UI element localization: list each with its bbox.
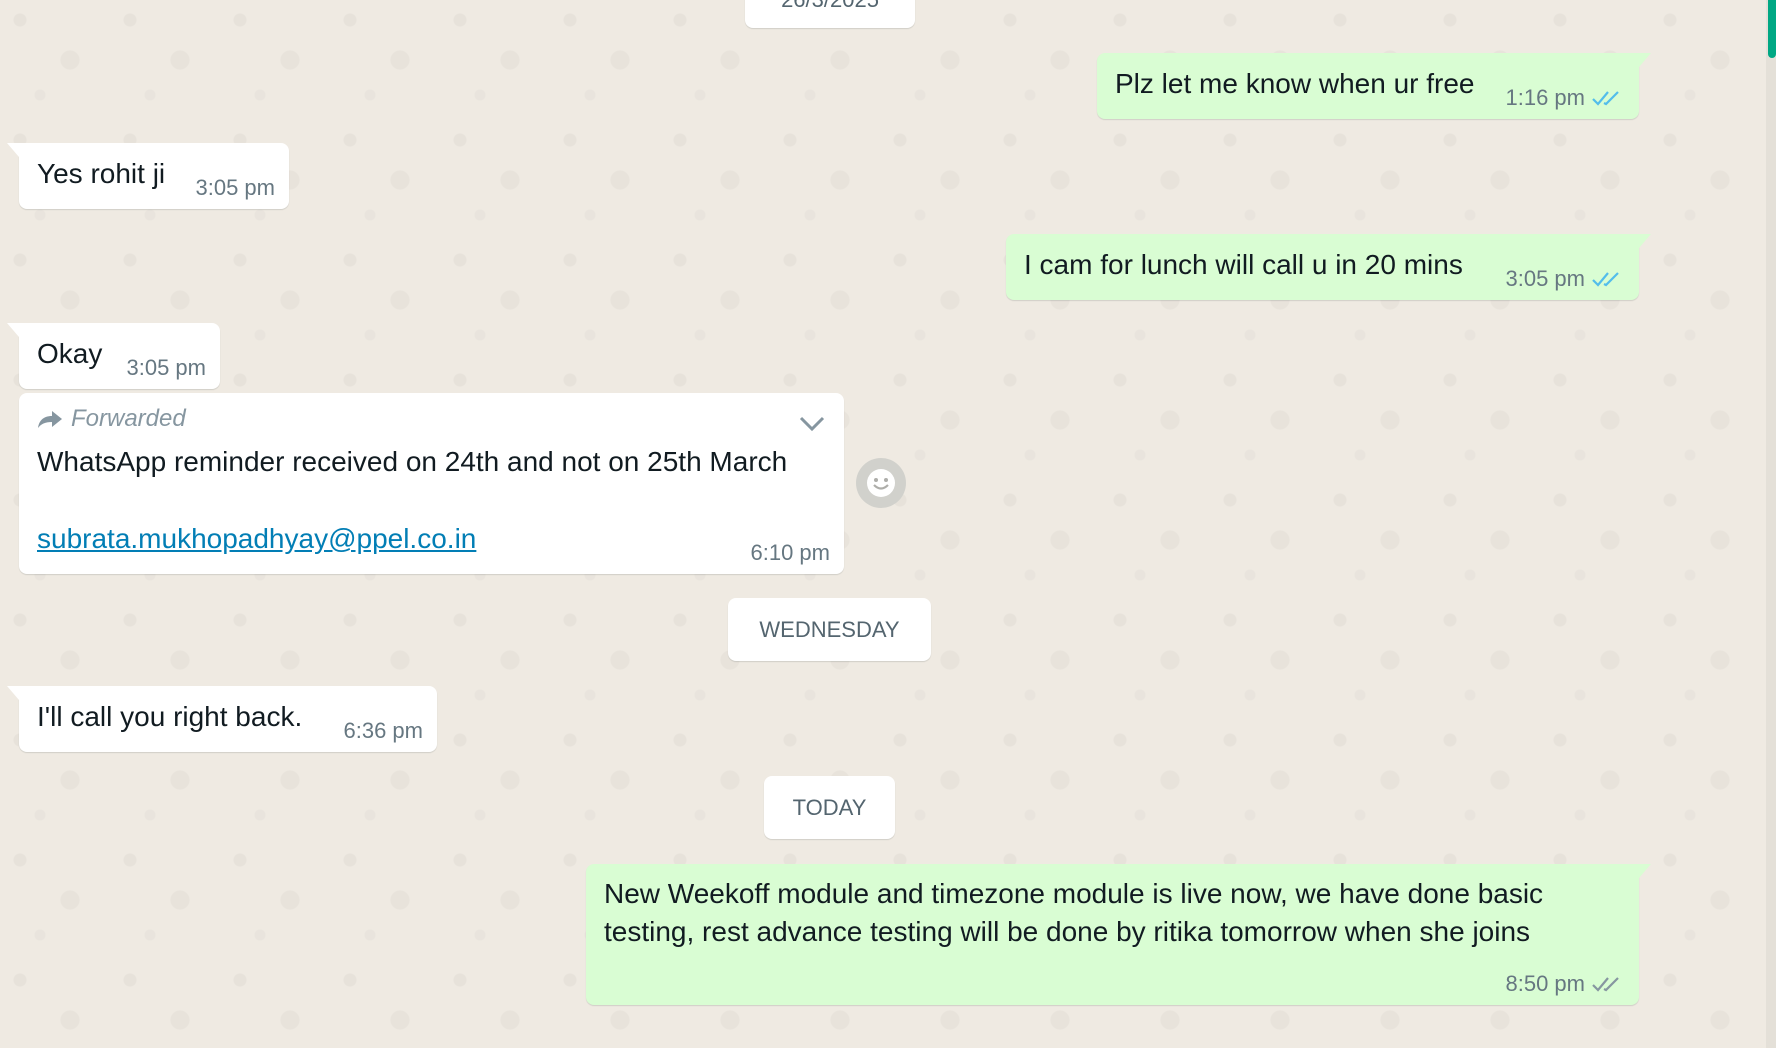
date-chip: 26/3/2025	[745, 0, 915, 28]
message-text: I'll call you right back.	[37, 701, 303, 732]
chat-area[interactable]: 26/3/2025 Plz let me know when ur free 1…	[0, 0, 1766, 1048]
message-meta: 6:10 pm	[751, 540, 831, 566]
chevron-down-icon[interactable]	[798, 415, 826, 433]
message-meta: 1:16 pm	[1506, 85, 1626, 111]
message-bubble-incoming[interactable]: Okay 3:05 pm	[7, 323, 220, 389]
message-text: Yes rohit ji	[37, 158, 166, 189]
message-meta: 3:05 pm	[196, 175, 276, 201]
double-check-icon	[1592, 272, 1619, 287]
forward-arrow-icon	[38, 411, 62, 428]
message-text: Plz let me know when ur free	[1115, 68, 1475, 99]
message-time: 3:05 pm	[195, 175, 276, 200]
message-meta: 3:05 pm	[1506, 266, 1626, 292]
date-chip: TODAY	[764, 776, 895, 839]
date-chip-label: 26/3/2025	[781, 0, 879, 12]
message-bubble-incoming[interactable]: I'll call you right back. 6:36 pm	[7, 686, 437, 752]
message-text: WhatsApp reminder received on 24th and n…	[37, 446, 788, 477]
message-time: 6:10 pm	[750, 540, 831, 565]
message-text: Okay	[37, 338, 103, 369]
smiley-icon	[867, 469, 895, 497]
message-bubble-incoming[interactable]: Yes rohit ji 3:05 pm	[7, 143, 289, 209]
message-text-line: testing, rest advance testing will be do…	[604, 916, 1531, 947]
message-bubble-incoming-forwarded[interactable]: Forwarded WhatsApp reminder received on …	[19, 393, 844, 574]
forwarded-indicator: Forwarded	[37, 405, 186, 433]
scrollbar-thumb[interactable]	[1768, 0, 1776, 58]
forwarded-label: Forwarded	[71, 405, 186, 432]
date-chip: WEDNESDAY	[728, 598, 931, 661]
email-link[interactable]: subrata.mukhopadhyay@ppel.co.in	[37, 523, 476, 555]
message-time: 8:50 pm	[1505, 971, 1586, 996]
message-bubble-outgoing[interactable]: Plz let me know when ur free 1:16 pm	[1097, 53, 1651, 119]
date-chip-label: WEDNESDAY	[759, 617, 900, 642]
message-time: 1:16 pm	[1505, 85, 1586, 110]
message-text-line: New Weekoff module and timezone module i…	[604, 878, 1544, 909]
message-text: I cam for lunch will call u in 20 mins	[1024, 249, 1463, 280]
message-meta: 8:50 pm	[1506, 971, 1626, 997]
message-time: 3:05 pm	[1505, 266, 1586, 291]
double-check-icon	[1592, 91, 1619, 106]
message-meta: 6:36 pm	[344, 718, 424, 744]
message-time: 3:05 pm	[126, 355, 207, 380]
message-bubble-outgoing[interactable]: I cam for lunch will call u in 20 mins 3…	[1006, 234, 1651, 300]
date-chip-label: TODAY	[792, 795, 867, 820]
message-time: 6:36 pm	[343, 718, 424, 743]
message-bubble-outgoing[interactable]: New Weekoff module and timezone module i…	[586, 864, 1651, 1005]
message-meta: 3:05 pm	[127, 355, 207, 381]
double-check-icon	[1592, 977, 1619, 992]
react-button[interactable]	[856, 458, 906, 508]
scrollbar-track[interactable]	[1766, 0, 1776, 1048]
